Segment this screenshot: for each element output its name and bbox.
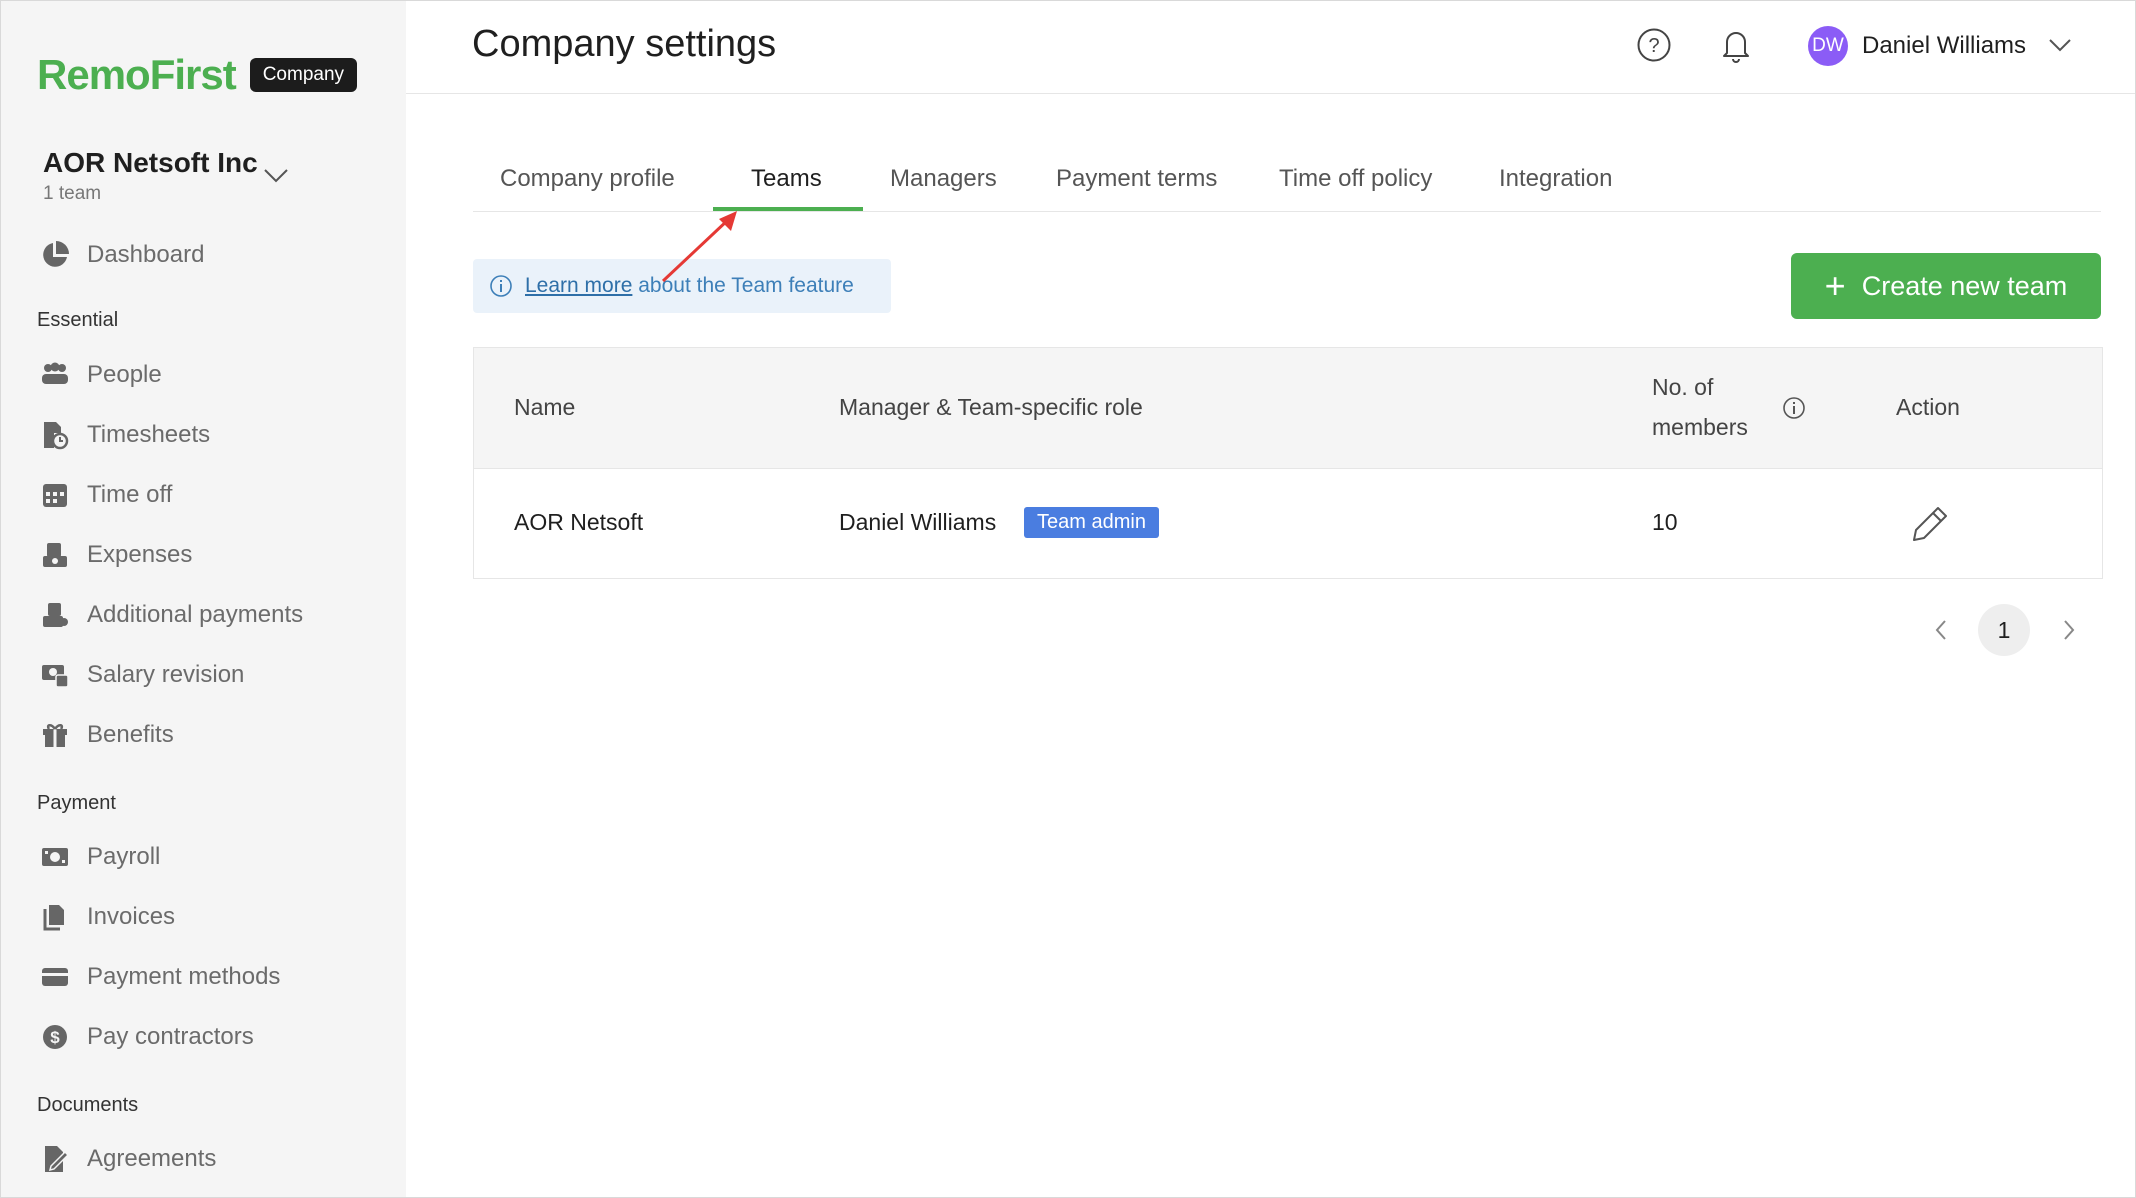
create-new-team-label: Create new team [1861,270,2068,301]
sidebar-item-label: Pay contractors [87,1023,254,1050]
svg-text:$: $ [50,1028,60,1047]
sidebar-item-label: Time off [87,481,173,508]
top-header: Company settings ? DW Daniel Williams [406,1,2135,94]
svg-text:?: ? [1648,35,1659,57]
pagination-page[interactable]: 1 [1978,604,2030,656]
header-name: Name [514,394,576,420]
manager-name: Daniel Williams [839,509,997,535]
tab-company-profile[interactable]: Company profile [500,165,675,193]
teams-table: Name Manager & Team-specific role No. of… [473,347,2103,579]
tab-managers[interactable]: Managers [890,165,997,193]
gift-icon [39,719,71,751]
app-window: RemoFirst Company AOR Netsoft Inc 1 team… [0,0,2136,1198]
sidebar-item-label: Agreements [87,1145,217,1172]
sidebar-item-dashboard[interactable]: Dashboard [39,235,204,275]
info-icon[interactable] [1782,396,1806,420]
timesheets-icon [39,419,71,451]
learn-more-link[interactable]: Learn more [525,274,632,297]
org-team-count: 1 team [43,183,102,204]
settings-tabs: Company profile Teams Managers Payment t… [473,151,2101,212]
sidebar-item-label: Timesheets [87,421,211,448]
logo-text: RemoFirst [37,51,237,98]
people-icon [39,359,71,391]
calendar-icon [39,479,71,511]
sidebar-item-payroll[interactable]: Payroll [39,837,160,877]
agreement-icon [39,1143,71,1175]
chevron-left-icon[interactable] [1931,617,1951,643]
additional-payments-icon [39,599,71,631]
chevron-right-icon[interactable] [2059,617,2079,643]
avatar[interactable]: DW [1808,26,1848,66]
tab-teams[interactable]: Teams [751,165,822,193]
page-title: Company settings [472,23,777,65]
table-header: Name Manager & Team-specific role No. of… [474,348,2102,469]
sidebar-item-pay-contractors[interactable]: $ Pay contractors [39,1017,254,1057]
header-manager: Manager & Team-specific role [839,394,1143,420]
payroll-icon [39,841,71,873]
sidebar-item-label: Expenses [87,541,193,568]
bell-icon[interactable] [1718,25,1754,65]
section-essential: Essential [37,309,119,331]
sidebar-item-label: Payment methods [87,963,281,990]
card-icon [39,961,71,993]
invoices-icon [39,901,71,933]
chevron-down-icon[interactable] [263,167,289,185]
expenses-icon [39,539,71,571]
member-count: 10 [1652,509,1678,535]
company-badge: Company [249,58,358,92]
sidebar-item-timesheets[interactable]: Timesheets [39,415,210,455]
chevron-down-icon[interactable] [2048,37,2072,53]
sidebar-item-label: Additional payments [87,601,304,628]
annotation-arrow [661,211,737,283]
sidebar-item-benefits[interactable]: Benefits [39,715,174,755]
tab-payment-terms[interactable]: Payment terms [1056,165,1217,193]
sidebar-item-invoices[interactable]: Invoices [39,897,175,937]
plus-icon: + [1824,265,1846,306]
sidebar-item-agreements[interactable]: Agreements [39,1139,216,1179]
section-documents: Documents [37,1094,139,1116]
tab-time-off-policy[interactable]: Time off policy [1279,165,1432,193]
dollar-icon: $ [39,1021,71,1053]
user-name[interactable]: Daniel Williams [1862,32,2026,60]
org-switcher[interactable]: AOR Netsoft Inc 1 team [43,147,258,205]
sidebar-item-payment-methods[interactable]: Payment methods [39,957,280,997]
salary-revision-icon [39,659,71,691]
info-icon [490,275,512,297]
tab-integration[interactable]: Integration [1499,165,1612,193]
sidebar-item-label: People [87,361,162,388]
team-name: AOR Netsoft [514,509,644,535]
sidebar-item-label: Salary revision [87,661,245,688]
sidebar-item-people[interactable]: People [39,355,162,395]
sidebar-item-additional-payments[interactable]: Additional payments [39,595,303,635]
sidebar-item-label: Payroll [87,843,161,870]
logo[interactable]: RemoFirst Company [37,51,358,99]
sidebar-item-label: Dashboard [87,241,205,268]
sidebar-item-label: Invoices [87,903,176,930]
sidebar-item-label: Benefits [87,721,174,748]
sidebar-item-time-off[interactable]: Time off [39,475,172,515]
role-badge: Team admin [1024,507,1159,538]
header-members-line1: No. of [1652,374,1714,400]
header-action: Action [1896,394,1960,420]
create-new-team-button[interactable]: + Create new team [1791,253,2101,319]
section-payment: Payment [37,792,116,814]
sidebar-item-salary-revision[interactable]: Salary revision [39,655,244,695]
org-name: AOR Netsoft Inc [43,147,258,178]
header-members-line2: members [1652,414,1748,440]
sidebar: RemoFirst Company AOR Netsoft Inc 1 team… [1,1,406,1197]
help-icon[interactable]: ? [1636,27,1672,63]
pie-chart-icon [39,239,71,271]
edit-icon[interactable] [1910,504,1950,544]
sidebar-item-expenses[interactable]: Expenses [39,535,192,575]
